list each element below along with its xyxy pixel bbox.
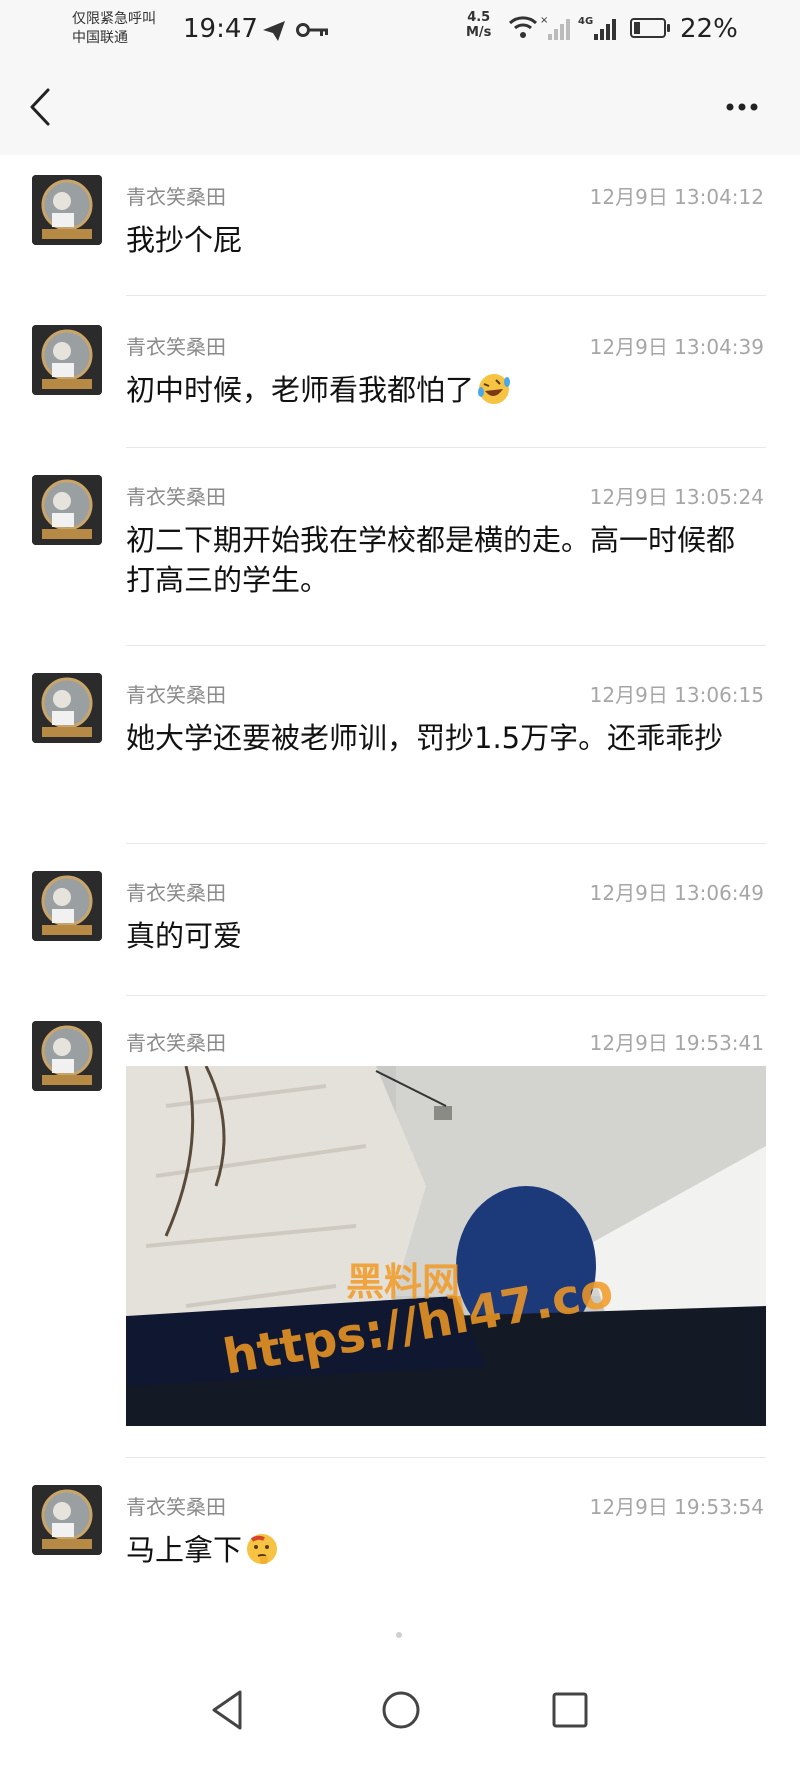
photo-image [126, 1066, 766, 1426]
system-nav-bar [0, 1648, 800, 1777]
speed-unit: M/s [466, 25, 492, 40]
back-arrow-icon[interactable] [22, 84, 62, 130]
avatar-image [32, 1021, 102, 1091]
circle-home-icon[interactable] [379, 1688, 423, 1732]
message-text: 初中时候，老师看我都怕了 [126, 370, 756, 410]
battery-percent: 22% [680, 14, 738, 44]
network-type-label: 4G [578, 16, 593, 27]
more-dots-icon[interactable] [712, 84, 772, 130]
svg-text:×: × [540, 15, 548, 26]
avatar[interactable] [32, 1021, 102, 1091]
message-time: 12月9日 19:53:54 [589, 1495, 764, 1519]
battery-fill [634, 22, 640, 34]
signal-nosim-icon: × [540, 15, 570, 40]
top-nav-bar [0, 60, 800, 155]
avatar-image [32, 175, 102, 245]
square-recent-icon[interactable] [550, 1690, 590, 1730]
divider [126, 295, 766, 296]
sender-name: 青衣笑桑田 [126, 881, 226, 905]
avatar[interactable] [32, 1485, 102, 1555]
message-time: 12月9日 13:06:49 [589, 881, 764, 905]
avatar[interactable] [32, 325, 102, 395]
message-text: 初二下期开始我在学校都是横的走。高一时候都打高三的学生。 [126, 523, 736, 597]
speed-value: 4.5 [467, 10, 491, 25]
avatar-image [32, 673, 102, 743]
avatar[interactable] [32, 673, 102, 743]
network-speed: 4.5 M/s [466, 10, 491, 40]
message-text: 我抄个屁 [126, 223, 243, 257]
sender-name: 青衣笑桑田 [126, 683, 226, 707]
scroll-indicator [396, 1632, 402, 1638]
message-time: 12月9日 13:04:12 [589, 185, 764, 209]
sender-name: 青衣笑桑田 [126, 1495, 226, 1519]
sender-name: 青衣笑桑田 [126, 485, 226, 509]
send-arrow-icon [263, 21, 285, 41]
message-time: 12月9日 13:05:24 [589, 485, 764, 509]
message-text-content: 马上拿下 [126, 1533, 243, 1567]
avatar-image [32, 871, 102, 941]
message-time: 12月9日 13:04:39 [589, 335, 764, 359]
photo-message[interactable]: 黑料网 https://hl47.co [126, 1066, 766, 1426]
carrier-line1: 仅限紧急呼叫 [72, 11, 156, 27]
sender-name: 青衣笑桑田 [126, 1031, 226, 1055]
divider [126, 447, 766, 448]
wifi-icon [508, 16, 538, 38]
triangle-back-icon[interactable] [208, 1688, 248, 1732]
signal-4g-icon: 4G [578, 16, 616, 40]
avatar-image [32, 325, 102, 395]
laughing-crying-emoji-icon [478, 374, 511, 404]
status-time: 19:47 [183, 14, 258, 44]
battery-tip [667, 24, 670, 32]
avatar[interactable] [32, 871, 102, 941]
message-text: 马上拿下 [126, 1530, 756, 1570]
message-text-content: 初中时候，老师看我都怕了 [126, 373, 475, 407]
divider [126, 645, 766, 646]
divider [126, 1457, 766, 1458]
divider [126, 995, 766, 996]
avatar-image [32, 1485, 102, 1555]
thinking-face-emoji-icon [247, 1534, 278, 1564]
status-bar: 仅限紧急呼叫 中国联通 19:47 4.5 M/s × 4G 22% [0, 0, 800, 60]
avatar-image [32, 475, 102, 545]
sender-name: 青衣笑桑田 [126, 185, 226, 209]
message-time: 12月9日 19:53:41 [589, 1031, 764, 1055]
key-icon [296, 23, 328, 37]
divider [126, 843, 766, 844]
carrier-info: 仅限紧急呼叫 中国联通 [72, 10, 156, 48]
message-text: 她大学还要被老师训，罚抄1.5万字。还乖乖抄 [126, 721, 724, 755]
battery-icon [630, 18, 666, 38]
sender-name: 青衣笑桑田 [126, 335, 226, 359]
message-time: 12月9日 13:06:15 [589, 683, 764, 707]
carrier-line2: 中国联通 [72, 30, 128, 46]
avatar[interactable] [32, 175, 102, 245]
message-text: 真的可爱 [126, 919, 243, 953]
avatar[interactable] [32, 475, 102, 545]
